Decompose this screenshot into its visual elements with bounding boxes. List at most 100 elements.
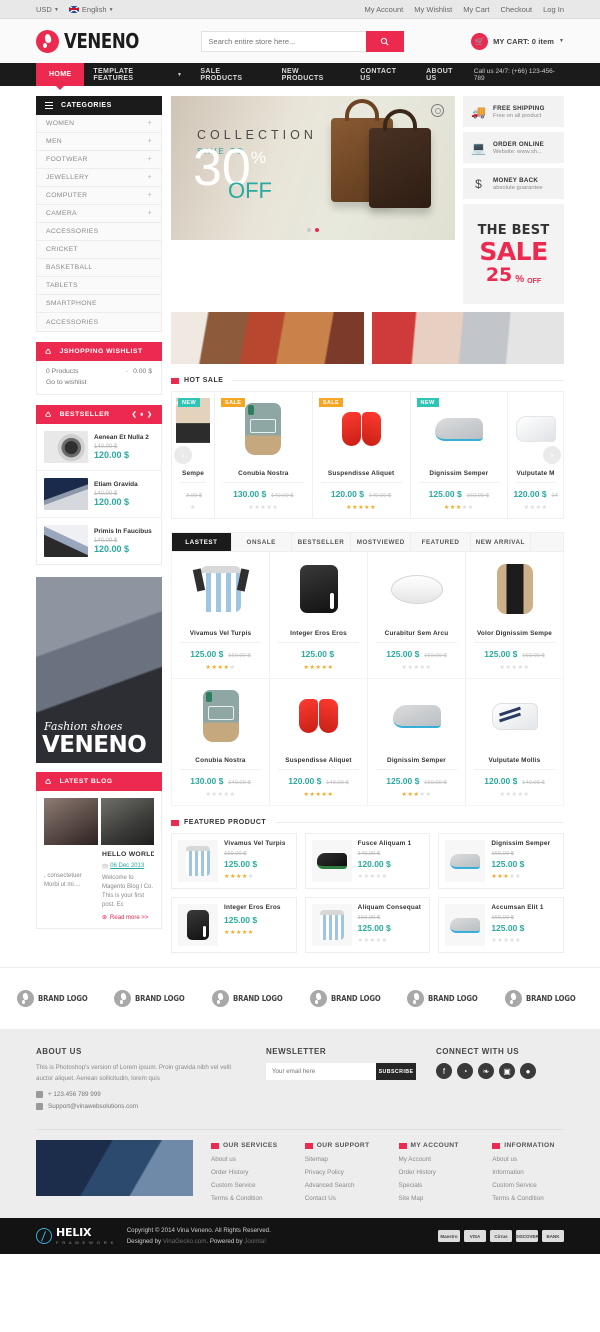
product-card[interactable]: Vivamus Vel Turpis 125.00 $ 160.00 $ ★★★… (172, 552, 270, 678)
tab-lastest[interactable]: LASTEST (172, 533, 232, 551)
featured-card[interactable]: Aliquam Consequat 160.00 $ 125.00 $ ★★★★… (304, 897, 431, 953)
platform-link[interactable]: Joomla! (244, 1238, 266, 1245)
bestseller-item[interactable]: Primis In Faucibus 140.00 $ 120.00 $ (37, 518, 161, 564)
contact-email[interactable]: Support@vinawebsolutions.com (36, 1103, 246, 1111)
blog-post-title[interactable] (44, 851, 96, 858)
category-item-accessories[interactable]: ACCESSORIES (37, 223, 161, 241)
brand-logo-item[interactable]: BRAND LOGO (407, 990, 486, 1007)
footer-link[interactable]: Advanced Search (305, 1182, 377, 1189)
product-card[interactable]: Volor Dignissim Sempe 125.00 $ 160.00 $ … (466, 552, 563, 678)
slider-dot-1[interactable] (307, 228, 311, 232)
brand-logo-item[interactable]: BRAND LOGO (16, 990, 96, 1007)
footer-link[interactable]: Site Map (399, 1195, 471, 1202)
category-item-footwear[interactable]: FOOTWEAR + (37, 151, 161, 169)
link-my-wishlist[interactable]: My Wishlist (414, 5, 452, 14)
blog-thumbnail-2[interactable] (100, 798, 154, 845)
brand-logo-item[interactable]: BRAND LOGO (114, 990, 193, 1007)
sidebar-banner[interactable]: Fashion shoes VENENO (36, 577, 162, 763)
product-card[interactable]: Suspendisse Aliquet 120.00 $ 140.00 $ ★★… (270, 679, 368, 805)
carousel-prev-button[interactable]: ‹ (174, 446, 192, 464)
footer-link[interactable]: About us (211, 1156, 283, 1163)
read-more-link[interactable]: ⊗ Read more >> (102, 914, 154, 922)
link-my-account[interactable]: My Account (365, 5, 404, 14)
twitter-icon[interactable]: ❧ (478, 1063, 494, 1079)
search-button[interactable] (365, 30, 404, 52)
featured-card[interactable]: Dignissim Semper 160.00 $ 125.00 $ ★★★★★ (438, 833, 564, 889)
category-item-smartphone[interactable]: SMARTPHONE (37, 295, 161, 313)
helix-framework-logo[interactable]: HELIX F R A M E W O R K (36, 1227, 115, 1245)
feature-free-shipping[interactable]: 🚚 FREE SHIPPING Free on all product (463, 96, 564, 127)
link-log-in[interactable]: Log In (543, 5, 564, 14)
tab-mostviewed[interactable]: MOSTVIEWED (351, 533, 412, 551)
category-item-men[interactable]: MEN + (37, 133, 161, 151)
nav-item-sale-products[interactable]: SALE PRODUCTS (191, 63, 272, 86)
featured-card[interactable]: Vivamus Vel Turpis 160.00 $ 125.00 $ ★★★… (171, 833, 297, 889)
product-card[interactable]: SALE Suspendisse Aliquet 120.00 $ 140.00… (312, 392, 411, 518)
link-my-cart[interactable]: My Cart (463, 5, 489, 14)
facebook-icon[interactable]: f (436, 1063, 452, 1079)
tab-featured[interactable]: FEATURED (411, 533, 471, 551)
nav-item-contact-us[interactable]: CONTACT US (351, 63, 417, 86)
blog-thumbnail-1[interactable] (44, 798, 98, 845)
footer-link[interactable]: Terms & Condition (211, 1195, 283, 1202)
blog-post-title[interactable]: HELLO WORLD (102, 851, 154, 858)
footer-link[interactable]: Specials (399, 1182, 471, 1189)
nav-item-template-features[interactable]: TEMPLATE FEATURES ▼ (84, 63, 191, 86)
product-card[interactable]: Integer Eros Eros 125.00 $ ★★★★★ (270, 552, 368, 678)
site-logo[interactable]: VENENO (36, 29, 146, 53)
featured-card[interactable]: Fusce Aliquam 1 140.00 $ 120.00 $ ★★★★★ (304, 833, 431, 889)
nav-item-new-products[interactable]: NEW PRODUCTS (273, 63, 352, 86)
language-selector[interactable]: English ▼ (68, 5, 114, 14)
footer-link[interactable]: Contact Us (305, 1195, 377, 1202)
hero-slider[interactable]: COLLECTION SAVE TO 30 % OFF (171, 96, 455, 240)
category-item-women[interactable]: WOMEN + (37, 115, 161, 133)
featured-card[interactable]: Integer Eros Eros 125.00 $ ★★★★★ (171, 897, 297, 953)
brand-logo-item[interactable]: BRAND LOGO (211, 990, 291, 1007)
currency-selector[interactable]: USD ▼ (36, 5, 59, 14)
product-card[interactable]: NEW Dignissim Semper 125.00 $ 160.00 $ ★… (410, 392, 509, 518)
footer-link[interactable]: Custom Service (492, 1182, 564, 1189)
brand-logo-item[interactable]: BRAND LOGO (504, 990, 584, 1007)
product-card[interactable]: SALE Conubia Nostra 130.00 $ 140.00 $ ★★… (215, 392, 313, 518)
nav-item-home[interactable]: HOME (36, 63, 85, 90)
product-card[interactable]: Curabitur Sem Arcu 125.00 $ 160.00 $ ★★★… (368, 552, 466, 678)
footer-link[interactable]: Custom Service (211, 1182, 283, 1189)
search-input[interactable] (200, 30, 366, 52)
rss-icon[interactable]: ◔ (457, 1063, 473, 1079)
product-card[interactable]: Conubia Nostra 130.00 $ 140.00 $ ★★★★★ (172, 679, 270, 805)
instagram-icon[interactable]: ▣ (499, 1063, 515, 1079)
featured-card[interactable]: Accumsan Elit 1 160.00 $ 125.00 $ ★★★★★ (438, 897, 564, 953)
footer-link[interactable]: Privacy Policy (305, 1169, 377, 1176)
mini-banner-shoes[interactable] (171, 312, 364, 364)
footer-link[interactable]: Terms & Condition (492, 1195, 564, 1202)
category-item-cricket[interactable]: CRICKET (37, 241, 161, 259)
dribbble-icon[interactable]: ● (520, 1063, 536, 1079)
link-checkout[interactable]: Checkout (500, 5, 532, 14)
category-item-computer[interactable]: COMPUTER + (37, 187, 161, 205)
footer-link[interactable]: Order History (399, 1169, 471, 1176)
footer-link[interactable]: Sitemap (305, 1156, 377, 1163)
product-card[interactable]: Dignissim Semper 125.00 $ 160.00 $ ★★★★★ (368, 679, 466, 805)
tab-onsale[interactable]: ONSALE (231, 533, 292, 551)
slider-dot-2[interactable] (315, 228, 319, 232)
category-item-accessories-2[interactable]: ACCESSORIES (37, 313, 161, 331)
go-to-wishlist-link[interactable]: Go to wishlist (46, 379, 152, 386)
product-card[interactable]: Vulputate Mollis 120.00 $ 140.00 $ ★★★★★ (466, 679, 563, 805)
bestseller-carousel-controls[interactable]: ❮ ⏸ ❯ (132, 411, 153, 419)
cart-widget[interactable]: 🛒 MY CART: 0 item ▼ (471, 32, 564, 50)
brand-logo-item[interactable]: BRAND LOGO (309, 990, 389, 1007)
nav-item-about-us[interactable]: ABOUT US (417, 63, 474, 86)
bestseller-item[interactable]: Aenean Et Nulla 2 140.00 $ 120.00 $ (37, 424, 161, 471)
sale-promo-banner[interactable]: THE BEST SALE 25 % OFF (463, 204, 564, 304)
feature-money-back[interactable]: $ MONEY BACK absolute guarantee (463, 168, 564, 199)
newsletter-email-input[interactable] (266, 1063, 376, 1080)
footer-link[interactable]: Order History (211, 1169, 283, 1176)
footer-link[interactable]: About us (492, 1156, 564, 1163)
feature-order-online[interactable]: 💻 ORDER ONLINE Website: www.sh... (463, 132, 564, 163)
designer-link[interactable]: VinaGecko.com (163, 1238, 207, 1245)
carousel-next-button[interactable]: › (543, 446, 561, 464)
tab-new-arrival[interactable]: NEW ARRIVAL (470, 533, 531, 551)
mini-banner-sneakers[interactable] (371, 312, 564, 364)
subscribe-button[interactable]: SUBSCRIBE (376, 1063, 416, 1080)
category-item-jewellery[interactable]: JEWELLERY + (37, 169, 161, 187)
